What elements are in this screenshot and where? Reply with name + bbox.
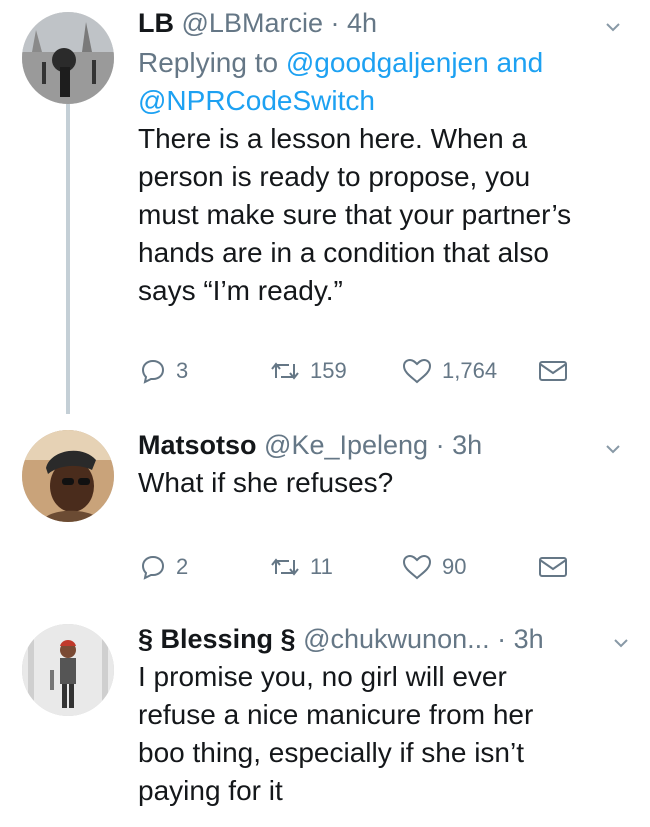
separator: · xyxy=(497,624,507,654)
tweet-text-line: says “I’m ready.” xyxy=(138,275,343,306)
retweet-count: 11 xyxy=(310,554,333,579)
avatar-photo xyxy=(22,12,114,104)
user-handle[interactable]: @Ke_Ipeleng xyxy=(264,430,428,460)
like-count: 1,764 xyxy=(442,358,498,383)
retweet-icon xyxy=(271,362,299,380)
tweet-text: I promise you, no girl will ever refuse … xyxy=(138,658,630,810)
dm-button[interactable] xyxy=(538,356,568,386)
tweet-header: LB @LBMarcie · 4h xyxy=(138,6,630,40)
timestamp[interactable]: 3h xyxy=(452,430,482,460)
avatar[interactable] xyxy=(22,430,114,522)
tweet-text-line: hands are in a condition that also xyxy=(138,237,549,268)
reply-icon xyxy=(141,359,165,384)
tweet-text-line: I promise you, no girl will ever xyxy=(138,661,507,692)
separator: · xyxy=(435,430,445,460)
display-name[interactable]: § Blessing § xyxy=(138,624,296,654)
mention-link[interactable]: @goodgaljenjen xyxy=(286,47,489,78)
mention-link[interactable]: @NPRCodeSwitch xyxy=(138,85,375,116)
reply-button[interactable]: 2 xyxy=(140,552,188,582)
reply-count: 3 xyxy=(176,358,189,383)
display-name[interactable]: LB xyxy=(138,8,174,38)
tweet-text-line: must make sure that your partner’s xyxy=(138,199,572,230)
chevron-down-icon[interactable] xyxy=(604,18,622,36)
retweet-button[interactable]: 11 xyxy=(270,552,333,582)
envelope-icon xyxy=(539,361,567,381)
retweet-count: 159 xyxy=(310,358,347,383)
avatar-photo xyxy=(22,430,114,522)
like-button[interactable]: 90 xyxy=(402,552,466,582)
replying-prefix: Replying to xyxy=(138,47,279,78)
reply-button[interactable]: 3 xyxy=(140,356,188,386)
mention-and: and xyxy=(496,47,544,78)
separator: · xyxy=(330,8,340,38)
tweet-text-line: boo thing, especially if she isn’t xyxy=(138,737,524,768)
reply-count: 2 xyxy=(176,554,189,579)
timestamp[interactable]: 3h xyxy=(514,624,544,654)
tweet-blessing[interactable]: § Blessing § @chukwunon... · 3h I promis… xyxy=(0,608,650,827)
replying-to: Replying to @goodgaljenjen and xyxy=(138,44,630,82)
tweet-text-line: What if she refuses? xyxy=(138,467,394,498)
tweet-lb[interactable]: LB @LBMarcie · 4h Replying to @goodgalje… xyxy=(0,0,650,410)
tweet-header: § Blessing § @chukwunon... · 3h xyxy=(138,622,630,656)
replying-to-line2: @NPRCodeSwitch xyxy=(138,82,630,120)
tweet-text: What if she refuses? xyxy=(138,464,630,502)
avatar[interactable] xyxy=(22,624,114,716)
tweet-matsotso[interactable]: Matsotso @Ke_Ipeleng · 3h What if she re… xyxy=(0,410,650,608)
timestamp[interactable]: 4h xyxy=(347,8,377,38)
tweet-text-line: There is a lesson here. When a xyxy=(138,123,528,154)
chevron-down-icon[interactable] xyxy=(604,440,622,458)
display-name[interactable]: Matsotso xyxy=(138,430,257,460)
user-handle[interactable]: @chukwunon... xyxy=(303,624,490,654)
chevron-down-icon[interactable] xyxy=(612,634,630,652)
tweet-text-line: refuse a nice manicure from her xyxy=(138,699,534,730)
like-count: 90 xyxy=(442,554,467,579)
heart-icon xyxy=(402,358,432,384)
dm-button[interactable] xyxy=(538,552,568,582)
heart-icon xyxy=(402,554,432,580)
tweet-actions: 3 159 1,764 xyxy=(138,356,598,386)
tweet-text-line: paying for it xyxy=(138,775,283,806)
envelope-icon xyxy=(539,557,567,577)
retweet-button[interactable]: 159 xyxy=(270,356,347,386)
tweet-text: There is a lesson here. When a person is… xyxy=(138,120,630,310)
retweet-icon xyxy=(271,558,299,576)
tweet-actions: 2 11 90 xyxy=(138,552,598,582)
like-button[interactable]: 1,764 xyxy=(402,356,497,386)
tweet-header: Matsotso @Ke_Ipeleng · 3h xyxy=(138,428,630,462)
reply-icon xyxy=(141,555,165,580)
user-handle[interactable]: @LBMarcie xyxy=(182,8,323,38)
avatar-photo xyxy=(22,624,114,716)
avatar[interactable] xyxy=(22,12,114,104)
tweet-text-line: person is ready to propose, you xyxy=(138,161,531,192)
